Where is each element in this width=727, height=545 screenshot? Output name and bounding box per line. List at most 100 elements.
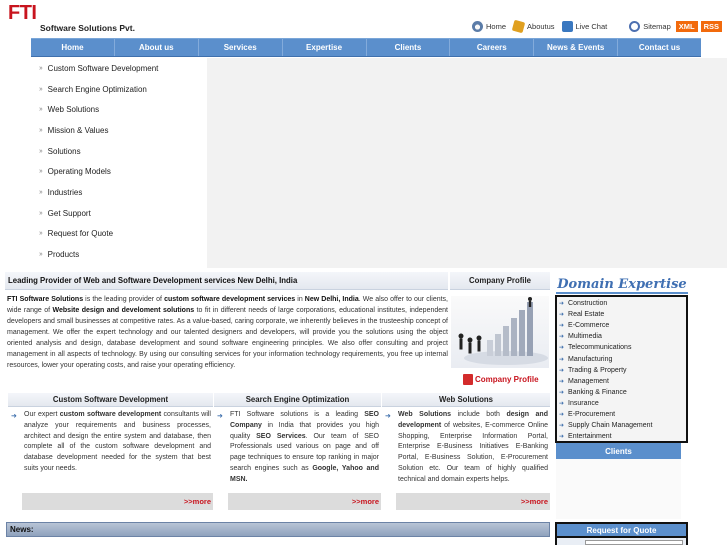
chevron-right-icon: ›› — [39, 188, 43, 196]
side-menu: ›› Custom Software Development ›› Search E… — [31, 58, 207, 268]
side-menu-label: Products — [47, 250, 80, 260]
column-web-solutions: Web Solutions ➜ Web Solutions include bo… — [382, 393, 550, 510]
domain-item[interactable]: ➜ Telecommunications — [559, 342, 686, 353]
domain-item[interactable]: ➜ Entertainment — [559, 431, 686, 442]
arrow-right-icon: ➜ — [559, 323, 565, 330]
chat-icon — [561, 21, 573, 32]
column-body: ➜ Our expert custom software development… — [8, 407, 213, 495]
domain-item[interactable]: ➜ Construction — [559, 298, 686, 309]
side-menu-item[interactable]: ›› Industries — [31, 182, 207, 203]
domain-item-label: Banking & Finance — [568, 388, 627, 396]
nav-news-events[interactable]: News & Events — [534, 39, 619, 56]
intro-text-run: in — [295, 296, 305, 303]
domain-item-label: Trading & Property — [568, 366, 627, 374]
chevron-right-icon: ›› — [39, 85, 43, 93]
side-menu-item[interactable]: ›› Mission & Values — [31, 120, 207, 141]
nav-services[interactable]: Services — [199, 39, 283, 56]
company-profile-image[interactable] — [451, 296, 549, 368]
side-menu-label: Get Support — [47, 208, 91, 218]
nav-about-us[interactable]: About us — [115, 39, 199, 56]
side-menu-label: Custom Software Development — [47, 63, 159, 73]
side-menu-item[interactable]: ›› Solutions — [31, 141, 207, 162]
chevron-right-icon: ›› — [39, 64, 43, 72]
column-body: ➜ FTI Software solutions is a leading SE… — [214, 407, 381, 495]
toplink-label: Live Chat — [575, 22, 608, 31]
arrow-right-icon: ➜ — [559, 400, 565, 407]
domain-item-label: Insurance — [568, 399, 599, 407]
sitemap-icon — [629, 21, 641, 32]
side-menu-label: Web Solutions — [47, 105, 100, 115]
column-body: ➜ Web Solutions include both design and … — [382, 407, 550, 495]
arrow-right-icon: ➜ — [11, 413, 17, 420]
chevron-right-icon: ›› — [39, 147, 43, 155]
people-icon — [511, 19, 526, 34]
news-heading: News: — [6, 522, 550, 537]
column-text-run: of websites, E-commerce Online Shopping,… — [398, 421, 548, 483]
nav-contact-us[interactable]: Contact us — [618, 39, 701, 56]
column-heading: Search Engine Optimization — [214, 393, 381, 407]
chevron-right-icon: ›› — [39, 126, 43, 134]
intro-bold: custom software development services — [164, 296, 296, 303]
side-menu-item[interactable]: ›› Request for Quote — [31, 224, 207, 245]
company-profile-link[interactable]: Company Profile — [463, 374, 539, 385]
column-text-run: FTI Software solutions is a leading — [230, 411, 365, 418]
domain-item-label: E-Commerce — [568, 322, 610, 330]
xml-badge[interactable]: XML — [675, 21, 698, 32]
nav-careers[interactable]: Careers — [450, 39, 535, 56]
domain-item[interactable]: ➜ E-Commerce — [559, 320, 686, 331]
column-seo: Search Engine Optimization ➜ FTI Softwar… — [214, 393, 381, 510]
more-link[interactable]: >>more — [521, 497, 548, 506]
side-menu-item[interactable]: ›› Web Solutions — [31, 99, 207, 120]
intro-paragraph: FTI Software Solutions is the leading pr… — [7, 294, 448, 371]
rss-badge[interactable]: RSS — [700, 21, 723, 32]
domain-item[interactable]: ➜ Banking & Finance — [559, 387, 686, 398]
toplink-aboutus[interactable]: Aboutus — [511, 19, 555, 34]
domain-item-label: E-Procurement — [568, 410, 616, 418]
side-menu-item[interactable]: ›› Search Engine Optimization — [31, 79, 207, 100]
side-menu-label: Search Engine Optimization — [47, 84, 147, 94]
domain-item-label: Real Estate — [568, 311, 605, 319]
arrow-right-icon: ➜ — [559, 345, 565, 352]
domain-item[interactable]: ➜ Multimedia — [559, 331, 686, 342]
side-menu-label: Request for Quote — [47, 229, 114, 239]
arrow-right-icon: ➜ — [559, 423, 565, 430]
domain-item[interactable]: ➜ Insurance — [559, 398, 686, 409]
column-footer: >>more — [228, 493, 381, 510]
domain-item[interactable]: ➜ Trading & Property — [559, 365, 686, 376]
side-menu-item[interactable]: ›› Operating Models — [31, 161, 207, 182]
more-link[interactable]: >>more — [352, 497, 379, 506]
column-text: FTI Software solutions is a leading SEO … — [230, 410, 379, 486]
toplink-sitemap[interactable]: Sitemap — [629, 21, 671, 32]
toplink-home[interactable]: Home — [472, 21, 506, 32]
toplink-label: Sitemap — [643, 22, 671, 31]
request-quote-field[interactable] — [585, 540, 683, 545]
nav-clients[interactable]: Clients — [367, 39, 451, 56]
nav-home[interactable]: Home — [31, 39, 115, 56]
domain-item[interactable]: ➜ Real Estate — [559, 309, 686, 320]
domain-item[interactable]: ➜ Manufacturing — [559, 353, 686, 364]
news-body — [6, 539, 550, 545]
intro-heading: Leading Provider of Web and Software Dev… — [5, 272, 448, 290]
side-menu-item[interactable]: ›› Get Support — [31, 203, 207, 224]
arrow-right-icon: ➜ — [559, 367, 565, 374]
domain-item-label: Telecommunications — [568, 344, 632, 352]
intro-text-run: is the leading provider of — [83, 296, 165, 303]
logo[interactable]: FTI — [8, 2, 37, 25]
chevron-right-icon: ›› — [39, 168, 43, 176]
nav-expertise[interactable]: Expertise — [283, 39, 367, 56]
side-menu-item[interactable]: ›› Products — [31, 244, 207, 265]
intro-bold: Website design and develoment solutions — [52, 307, 195, 314]
column-heading: Web Solutions — [382, 393, 550, 407]
chevron-right-icon: ›› — [39, 209, 43, 217]
side-menu-label: Mission & Values — [47, 125, 109, 135]
toplink-live-chat[interactable]: Live Chat — [561, 21, 608, 32]
domain-item[interactable]: ➜ Supply Chain Management — [559, 420, 686, 431]
column-text: Our expert custom software development c… — [24, 410, 211, 475]
company-name: Software Solutions Pvt. — [40, 23, 135, 33]
domain-item-label: Construction — [568, 300, 608, 308]
domain-item[interactable]: ➜ E-Procurement — [559, 409, 686, 420]
side-menu-item[interactable]: ›› Custom Software Development — [31, 58, 207, 79]
domain-item[interactable]: ➜ Management — [559, 376, 686, 387]
more-link[interactable]: >>more — [184, 497, 211, 506]
arrow-right-icon: ➜ — [217, 413, 223, 420]
